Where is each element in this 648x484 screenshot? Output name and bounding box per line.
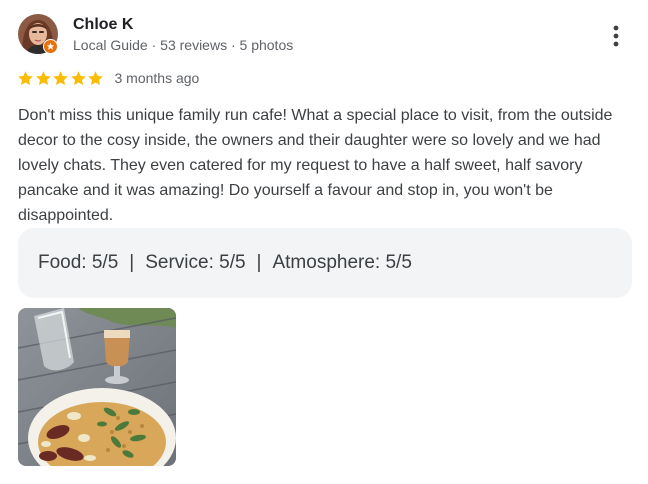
star-icon	[88, 70, 103, 85]
service-rating: Service: 5/5	[145, 252, 246, 273]
star-icon	[53, 70, 68, 85]
more-options-button[interactable]	[604, 20, 628, 52]
review-date: 3 months ago	[114, 70, 200, 86]
atmosphere-rating: Atmosphere: 5/5	[272, 252, 412, 273]
star-icon	[18, 70, 33, 85]
rating-row: 3 months ago	[17, 68, 199, 88]
star-icon	[35, 70, 51, 85]
review-text: Don't miss this unique family run cafe! …	[18, 107, 613, 224]
food-rating: Food: 5/5	[38, 252, 119, 273]
separator: |	[256, 252, 262, 273]
more-vert-icon	[613, 25, 619, 47]
reviewer-name[interactable]: Chloe K	[73, 16, 133, 34]
local-guide-star-icon	[43, 39, 58, 54]
reviewer-meta[interactable]: Local Guide · 53 reviews · 5 photos	[73, 37, 293, 53]
sub-ratings: Food: 5/5 | Service: 5/5 | Atmosphere: 5…	[18, 228, 632, 298]
star-rating	[17, 70, 105, 87]
pancake-photo	[18, 308, 176, 466]
star-icon	[70, 70, 86, 85]
separator: |	[129, 252, 135, 273]
avatar[interactable]	[18, 14, 58, 54]
review-photo[interactable]	[18, 308, 176, 466]
review-card: Chloe K Local Guide · 53 reviews · 5 pho…	[0, 0, 648, 484]
